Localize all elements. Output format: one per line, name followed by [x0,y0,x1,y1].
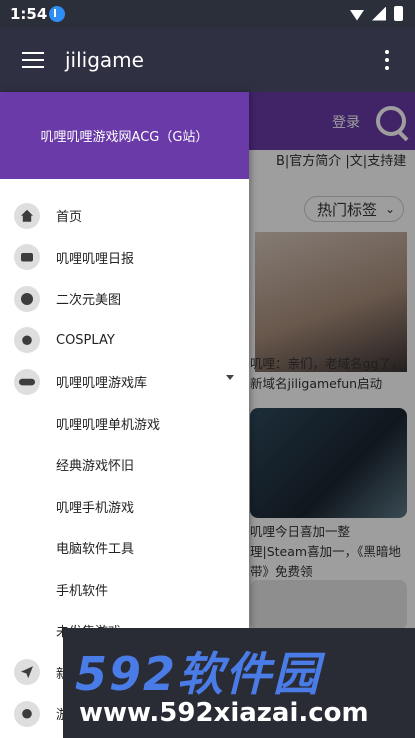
watermark-url: www.592xiazai.com [79,698,369,728]
home-icon [14,202,40,229]
drawer-subitem-retro[interactable]: 经典游戏怀旧 [0,444,249,486]
status-bar: 1:54 [0,0,415,28]
drawer-subitem-pc-software[interactable]: 电脑软件工具 [0,527,249,569]
drawer-subitem-label: 叽哩手机游戏 [56,500,135,516]
drawer-subitem-label: 叽哩叽哩单机游戏 [56,417,161,433]
gamepad-icon [14,368,40,395]
gender-icon [14,700,40,727]
wifi-icon [350,10,364,21]
drawer-item-label: COSPLAY [56,332,115,348]
drawer-item-daily[interactable]: 叽哩叽哩日报 [0,237,249,279]
drawer-item-home[interactable]: 首页 [0,195,249,237]
expand-arrow-icon[interactable] [226,375,234,380]
status-time: 1:54 [10,5,48,23]
drawer-item-art[interactable]: 二次元美图 [0,278,249,320]
more-options-icon[interactable] [385,50,389,74]
drawer-subitem-mobile-games[interactable]: 叽哩手机游戏 [0,486,249,528]
drawer-subitem-mobile-software[interactable]: 手机软件 [0,569,249,611]
download-icon [49,6,65,22]
gender-icon [14,327,40,354]
app-title: jiligame [65,48,144,72]
watermark: 592软件园 www.592xiazai.com [63,628,415,738]
drawer-subitem-pc-games[interactable]: 叽哩叽哩单机游戏 [0,403,249,445]
drawer-item-game-library[interactable]: 叽哩叽哩游戏库 [0,361,249,403]
menu-icon[interactable] [22,52,44,68]
signal-icon [372,6,386,21]
x-circle-icon [14,285,40,312]
drawer-site-title: 叽哩叽哩游戏网ACG（G站） [40,130,209,145]
watermark-logo: 592软件园 [75,647,322,701]
drawer-item-label: 首页 [56,210,83,226]
send-icon [14,659,40,686]
battery-icon [394,6,403,21]
drawer-item-label: 二次元美图 [56,293,122,309]
drawer-subitem-label: 经典游戏怀旧 [56,459,135,475]
drawer-header: 叽哩叽哩游戏网ACG（G站） [0,92,249,179]
drawer-subitem-label: 手机软件 [56,583,109,599]
drawer-item-label: 叽哩叽哩游戏库 [56,376,148,392]
drawer-item-cosplay[interactable]: COSPLAY [0,320,249,362]
drawer-item-label: 叽哩叽哩日报 [56,251,135,267]
app-bar: jiligame [0,28,415,92]
drawer-subitem-label: 电脑软件工具 [56,542,135,558]
newspaper-icon [14,244,40,271]
